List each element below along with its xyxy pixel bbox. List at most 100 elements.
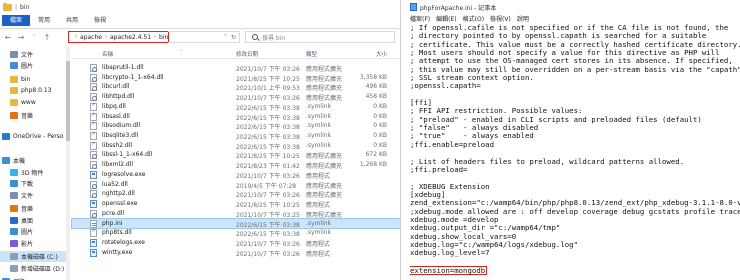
sidebar-item-label: 圖片 [21, 63, 34, 70]
sidebar-item[interactable]: 桌面 [0, 215, 66, 226]
line-text: ;openssl.capath= [410, 81, 481, 91]
file-row[interactable]: libaprutil-1.dll 2021/10/7 下午 03:26 應用程式擴充 [72, 63, 400, 73]
file-size: 0 KB [373, 122, 387, 130]
file-row[interactable]: libhttpd.dll 2021/10/7 下午 03:26 應用程式擴充 458 … [72, 92, 400, 102]
application-icon [90, 248, 97, 257]
tab-share[interactable]: 共用 [58, 15, 86, 26]
file-row[interactable]: php8ts.dll 2022/6/15 下午 03:38 .symlink [72, 228, 400, 238]
shortcut-icon [90, 112, 97, 121]
file-row[interactable]: libsasl.dll 2022/6/15 下午 03:38 .symlink 0 K… [72, 112, 400, 122]
file-row[interactable]: wintty.exe 2021/10/7 下午 03:26 應用程式 [72, 248, 400, 258]
sidebar-item[interactable]: bin [0, 74, 66, 85]
sidebar-item[interactable]: 下載 [0, 178, 66, 189]
sidebar-item[interactable]: 新增磁碟區 (D:) [0, 263, 66, 274]
sidebar-item-label: 音樂 [21, 206, 34, 213]
file-row[interactable]: nghttp2.dll 2021/10/7 下午 03:26 應用程式擴充 [72, 189, 400, 200]
sidebar-item[interactable]: 本機 [0, 155, 66, 166]
up-arrow-icon[interactable]: ↑ [41, 32, 53, 44]
tab-home[interactable]: 常用 [30, 15, 58, 26]
sidebar-item[interactable]: 音樂 [0, 110, 66, 121]
title-separator: | [15, 3, 18, 11]
file-list-header: ˄ 名稱 修改日期 類型 大小 [72, 47, 400, 59]
file-date: 2021/10/7 下午 03:26 [236, 250, 300, 258]
file-row[interactable]: rotatelogs.exe 2021/10/7 下午 03:26 應用程式 [72, 238, 400, 248]
column-header-date[interactable]: 修改日期 [236, 50, 258, 58]
sidebar-item[interactable]: 音樂 [0, 203, 66, 214]
file-name: php.ini [102, 219, 123, 227]
scrollbar-thumb[interactable] [66, 61, 70, 141]
menu-help[interactable]: 說明 [517, 14, 529, 24]
file-name: libsasl.dll [102, 112, 130, 120]
sidebar-item-label: 本機磁碟 (C:) [21, 254, 58, 261]
notepad-menu-bar: 檔案(F) 編輯(E) 格式(O) 檢視(V) 說明 [402, 14, 740, 24]
chevron-right-icon: › [154, 34, 157, 40]
file-row[interactable]: libssh2.dll 2022/6/15 下午 03:38 .symlink 0 K… [72, 141, 400, 151]
sidebar-item-label: 本機 [13, 158, 26, 165]
breadcrumb-apache2-4-51[interactable]: apache2.4.51 [110, 34, 151, 41]
file-type: 應用程式擴充 [306, 66, 343, 73]
drive-icon [10, 253, 18, 260]
back-arrow-icon[interactable]: ← [2, 32, 14, 44]
file-row[interactable]: libsqlite3.dll 2022/6/15 下午 03:38 .symlink… [72, 131, 400, 141]
file-type: .symlink [306, 112, 332, 120]
notepad-text-area[interactable]: ; If openssl.cafile is not specified or … [410, 24, 740, 280]
sidebar-item[interactable]: 圖片 [0, 60, 66, 71]
search-input[interactable]: 搜尋 bin [245, 31, 395, 43]
file-row[interactable]: libsodium.dll 2022/6/15 下午 03:38 .symlink 0… [72, 121, 400, 131]
file-row[interactable]: libcurl.dll 2021/10/1 上午 09:53 應用程式擴充 496 K… [72, 82, 400, 92]
chevron-right-icon: ‹ [75, 34, 77, 40]
file-row[interactable]: openssl.exe 2021/8/25 下午 10:25 應用程式 [72, 199, 400, 209]
recent-locations-icon[interactable]: ˅ [28, 32, 40, 44]
file-row[interactable]: pcre.dll 2021/10/7 下午 03:25 應用程式擴充 [72, 209, 400, 219]
sidebar-item[interactable]: 文件 [0, 49, 66, 60]
column-header-size[interactable]: 大小 [376, 50, 387, 58]
file-type: .symlink [306, 141, 332, 149]
address-dropdown-icon[interactable]: ˅ [224, 34, 227, 41]
address-bar[interactable]: ‹ apache › apache2.4.51 › bin [68, 31, 169, 43]
file-date: 2021/10/7 下午 03:26 [236, 240, 300, 248]
navigation-scrollbar[interactable] [66, 47, 70, 280]
breadcrumb-apache[interactable]: apache [80, 34, 102, 41]
navigation-pane: 文件 圖片 bin php8.0.13 www 音樂 OneDrive - Perso 本機 3… [0, 47, 66, 280]
file-row[interactable]: libssl-1_1-x64.dll 2021/8/25 下午 10:25 應用程式… [72, 150, 400, 160]
sidebar-item[interactable]: 網路 [0, 276, 66, 280]
menu-edit[interactable]: 編輯(E) [436, 14, 456, 24]
file-type: 應用程式擴充 [306, 192, 343, 200]
column-header-name[interactable]: 名稱 [102, 50, 113, 58]
file-date: 2022/6/15 下午 03:38 [236, 221, 300, 229]
column-header-type[interactable]: 類型 [306, 50, 317, 58]
menu-file[interactable]: 檔案(F) [410, 14, 430, 24]
sidebar-item[interactable]: 圖片 [0, 226, 66, 237]
file-row[interactable]: libcrypto-1_1-x64.dll 2021/8/25 下午 10:25 應… [72, 73, 400, 83]
file-row[interactable]: lua52.dll 2019/4/5 下午 07:28 應用程式擴充 [72, 180, 400, 190]
explorer-title-bar: | bin [0, 0, 400, 14]
file-size: 0 KB [373, 102, 387, 110]
sidebar-item[interactable]: 3D 物件 [0, 167, 66, 178]
file-row[interactable]: libpq.dll 2022/6/15 下午 03:38 .symlink 0 KB [72, 102, 400, 112]
computer-icon [2, 157, 10, 164]
sidebar-item[interactable]: www [0, 97, 66, 108]
refresh-icon[interactable]: ↻ [231, 34, 236, 41]
file-row[interactable]: libxml2.dll 2021/8/23 下午 01:42 應用程式擴充 1,268… [72, 160, 400, 170]
dll-file-icon [90, 161, 97, 170]
breadcrumb-bin[interactable]: bin [159, 34, 168, 41]
dll-file-icon [90, 64, 97, 72]
sidebar-item[interactable]: php8.0.13 [0, 85, 66, 96]
sidebar-item[interactable]: 文件 [0, 190, 66, 201]
sidebar-item-label: 下載 [21, 181, 34, 188]
forward-arrow-icon[interactable]: → [15, 32, 27, 44]
file-type: .symlink [306, 122, 332, 130]
music-icon [10, 205, 18, 212]
tab-file[interactable]: 檔案 [2, 14, 31, 26]
file-row[interactable]: logresolve.exe 2021/10/7 下午 03:26 應用程式 [72, 170, 400, 180]
sidebar-item[interactable]: 影片 [0, 238, 66, 249]
sidebar-item-label: 3D 物件 [21, 170, 44, 177]
sidebar-item[interactable]: 本機磁碟 (C:) [0, 251, 66, 262]
menu-format[interactable]: 格式(O) [463, 14, 484, 24]
folder-icon [10, 76, 18, 83]
tab-view[interactable]: 檢視 [86, 15, 114, 26]
file-row[interactable]: php.ini 2022/6/15 下午 03:38 .symlink [71, 217, 400, 230]
menu-view[interactable]: 檢視(V) [490, 14, 511, 24]
file-size: 0 KB [373, 141, 387, 149]
sidebar-item[interactable]: OneDrive - Perso [0, 131, 66, 142]
